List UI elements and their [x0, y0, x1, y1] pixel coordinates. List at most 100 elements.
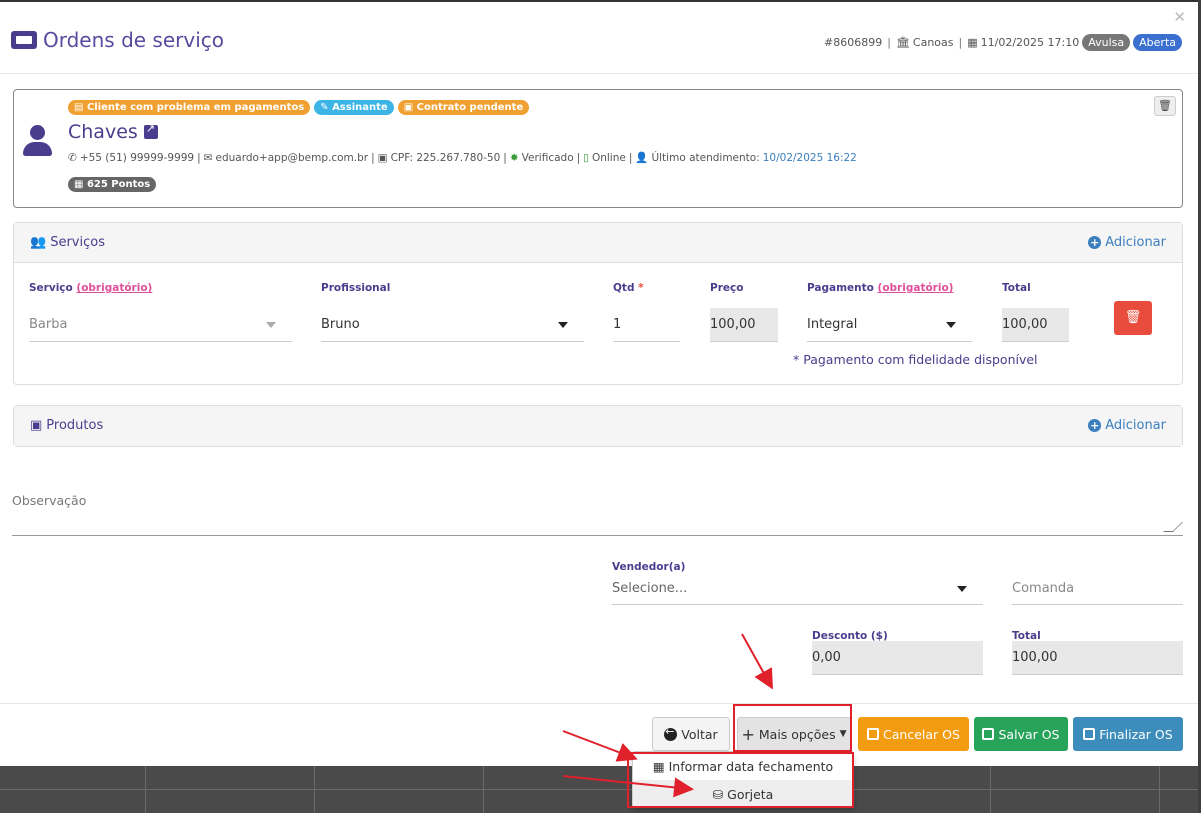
- status-badge: Aberta: [1133, 34, 1182, 51]
- trash-icon: 🗑: [1124, 310, 1142, 325]
- external-link-icon[interactable]: [143, 122, 158, 139]
- back-label: Voltar: [681, 726, 718, 742]
- last-visit-link[interactable]: 10/02/2025 16:22: [763, 152, 857, 164]
- observation-underline: [12, 535, 1183, 536]
- services-title-text: Serviços: [50, 235, 105, 250]
- professional-label: Profissional: [321, 282, 391, 294]
- add-product-button[interactable]: + Adicionar: [1088, 418, 1166, 433]
- client-verified: Verificado: [521, 151, 574, 164]
- service-select[interactable]: Barba: [29, 308, 292, 342]
- annotation-box-menu: [627, 752, 854, 808]
- professional-select[interactable]: Bruno: [321, 308, 584, 342]
- chevron-down-icon: [266, 322, 276, 328]
- observation-textarea[interactable]: Observação: [12, 493, 86, 508]
- page-title: Ordens de serviço: [11, 28, 224, 52]
- delete-service-button[interactable]: 🗑: [1114, 301, 1152, 335]
- arrow-left-circle-icon: [664, 725, 678, 741]
- save-order-label: Salvar OS: [998, 726, 1060, 742]
- client-name[interactable]: Chaves: [68, 121, 158, 143]
- delete-client-button[interactable]: 🗑: [1154, 96, 1176, 116]
- verified-icon: ✸: [509, 151, 519, 164]
- payment-value: Integral: [807, 317, 858, 332]
- products-panel: ▣ Produtos + Adicionar: [13, 405, 1183, 447]
- tag-subscriber: ✎ Assinante: [314, 100, 394, 115]
- payment-label: Pagamento (obrigatório): [807, 282, 954, 294]
- grand-total-value: 100,00: [1012, 650, 1058, 665]
- background-table: [0, 765, 1201, 813]
- services-panel-header: 👥 Serviços + Adicionar: [14, 223, 1182, 263]
- annotation-box-more-options: [733, 704, 852, 752]
- cancel-order-label: Cancelar OS: [883, 726, 960, 742]
- service-value: Barba: [29, 317, 68, 332]
- envelope-icon: ✉: [203, 151, 213, 164]
- products-title-text: Produtos: [46, 418, 104, 433]
- client-phone: +55 (51) 99999-9999: [79, 151, 195, 164]
- order-datetime: 11/02/2025 17:10: [980, 36, 1080, 49]
- service-label: Serviço (obrigatório): [29, 282, 153, 294]
- qty-input[interactable]: 1: [613, 308, 680, 342]
- ticket-icon: [11, 31, 37, 49]
- price-label: Preço: [710, 282, 744, 294]
- discount-input[interactable]: 0,00: [812, 641, 983, 675]
- total-input: 100,00: [1002, 308, 1069, 342]
- total-value: 100,00: [1002, 317, 1048, 332]
- total-label: Total: [1002, 282, 1031, 294]
- add-service-button[interactable]: + Adicionar: [1088, 235, 1166, 250]
- seller-placeholder: Selecione...: [612, 581, 688, 596]
- tag-contract-pending: ▣ Contrato pendente: [397, 100, 530, 115]
- plus-circle-icon: +: [1088, 236, 1102, 249]
- footer-divider: [0, 703, 1198, 704]
- price-value: 100,00: [710, 317, 756, 332]
- client-online: Online: [591, 151, 626, 164]
- last-visit-label: Último atendimento:: [651, 151, 760, 164]
- page-title-text: Ordens de serviço: [43, 28, 224, 52]
- client-card: ▤ Cliente com problema em pagamentos ✎ A…: [13, 89, 1183, 208]
- payment-select[interactable]: Integral: [807, 308, 972, 342]
- location: Canoas: [912, 36, 954, 49]
- service-order-modal: ✕ Ordens de serviço #8606899 | 🏛 Canoas …: [0, 0, 1198, 766]
- client-info: ✆ +55 (51) 99999-9999 | ✉ eduardo+app@be…: [68, 151, 857, 165]
- back-button[interactable]: Voltar: [652, 717, 730, 751]
- points-badge: ▦ 625 Pontos: [68, 177, 157, 192]
- order-id: #8606899: [824, 36, 883, 49]
- price-input: 100,00: [710, 308, 778, 342]
- grand-total-input: 100,00: [1012, 641, 1183, 675]
- user-avatar-icon: [22, 125, 52, 159]
- client-tags: ▤ Cliente com problema em pagamentos ✎ A…: [68, 100, 530, 115]
- client-email: eduardo+app@bemp.com.br: [215, 151, 369, 164]
- services-title: 👥 Serviços: [30, 235, 105, 250]
- resize-handle-icon[interactable]: [1163, 522, 1183, 532]
- save-order-button[interactable]: Salvar OS: [974, 717, 1068, 751]
- add-service-label: Adicionar: [1105, 235, 1166, 250]
- seller-select[interactable]: Selecione...: [612, 572, 983, 605]
- chevron-down-icon: [957, 586, 967, 592]
- finalize-order-button[interactable]: Finalizar OS: [1073, 717, 1183, 751]
- discount-value: 0,00: [812, 650, 841, 665]
- chevron-down-icon: [946, 322, 956, 328]
- professional-value: Bruno: [321, 317, 360, 332]
- bank-icon: 🏛: [895, 36, 910, 49]
- products-panel-header: ▣ Produtos + Adicionar: [14, 406, 1182, 446]
- add-product-label: Adicionar: [1105, 418, 1166, 433]
- client-name-text: Chaves: [68, 121, 138, 143]
- trash-icon: 🗑: [1158, 99, 1172, 112]
- cancel-order-button[interactable]: Cancelar OS: [858, 717, 969, 751]
- comanda-placeholder: Comanda: [1012, 581, 1075, 596]
- comanda-input[interactable]: Comanda: [1012, 572, 1183, 605]
- mobile-icon: ▯: [583, 151, 589, 164]
- save-icon: [982, 728, 995, 740]
- qty-label: Qtd *: [613, 282, 644, 294]
- phone-icon: ✆: [68, 151, 77, 164]
- tag-payment-problem: ▤ Cliente com problema em pagamentos: [68, 100, 311, 115]
- save-icon: [1083, 728, 1096, 740]
- user-gear-icon: 👤: [635, 152, 649, 164]
- order-meta: #8606899 | 🏛 Canoas | ▦ 11/02/2025 17:10…: [824, 34, 1182, 51]
- calendar-icon: ▦: [967, 36, 978, 49]
- modal-header: Ordens de serviço #8606899 | 🏛 Canoas | …: [0, 2, 1198, 74]
- id-card-icon: ▣: [377, 151, 388, 164]
- save-icon: [867, 728, 880, 740]
- finalize-order-label: Finalizar OS: [1099, 726, 1173, 742]
- products-title: ▣ Produtos: [30, 418, 103, 433]
- client-cpf: CPF: 225.267.780-50: [390, 151, 501, 164]
- cube-icon: ▣: [30, 418, 43, 433]
